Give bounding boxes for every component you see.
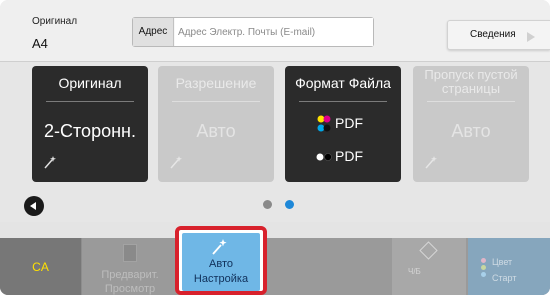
- tile-skip-blank-title: Пропуск пустой страницы: [424, 67, 518, 96]
- original-caption: Оригинал: [32, 16, 78, 27]
- tile-original-title: Оригинал: [58, 75, 122, 91]
- magic-wand-icon: [425, 156, 437, 169]
- mono-format-value: PDF: [335, 148, 363, 164]
- ca-button[interactable]: CA: [0, 238, 82, 295]
- color-format-value: PDF: [335, 115, 363, 131]
- preview-button: Предварит. Просмотр: [84, 238, 176, 295]
- details-button[interactable]: Сведения: [447, 20, 550, 50]
- preview-label: Предварит. Просмотр: [101, 269, 159, 295]
- color-dot-icon: [481, 258, 486, 263]
- back-arrow-button[interactable]: [24, 196, 44, 216]
- color-format-row: PDF: [301, 114, 391, 134]
- tile-file-format[interactable]: Формат Файла PDF PDF: [285, 66, 401, 182]
- start-diamond-icon: [419, 241, 438, 260]
- details-label: Сведения: [470, 29, 516, 40]
- tile-divider: [299, 101, 387, 102]
- bw-label: Ч/Б: [408, 267, 421, 276]
- auto-adjust-button[interactable]: Авто Настройка: [175, 226, 267, 295]
- tile-original-value: 2-Сторонн.: [44, 121, 136, 141]
- color-dots-icon: [317, 115, 331, 132]
- original-size-value[interactable]: A4: [32, 36, 48, 51]
- color-dot-icon: [481, 265, 486, 270]
- preview-document-icon: [123, 244, 137, 262]
- color-label: Цвет: [492, 257, 513, 267]
- tile-file-format-title: Формат Файла: [295, 75, 391, 91]
- address-field: Адрес: [132, 17, 374, 47]
- color-start-label: Цвет Старт: [492, 254, 516, 286]
- arrow-right-icon: [527, 32, 535, 42]
- bw-start-button: Ч/Б: [392, 238, 466, 295]
- magic-wand-icon: [212, 239, 227, 255]
- magic-wand-icon: [44, 156, 56, 169]
- color-dot-icon: [481, 272, 486, 277]
- auto-adjust-label: Авто Настройка: [193, 258, 249, 285]
- page-dot-1[interactable]: [263, 200, 272, 209]
- header-bar: Оригинал A4 Адрес Сведения: [0, 0, 550, 62]
- tile-resolution-value: Авто: [196, 121, 236, 141]
- tile-skip-blank-page: Пропуск пустой страницы Авто: [413, 66, 529, 182]
- tile-resolution: Разрешение Авто: [158, 66, 274, 182]
- tile-skip-blank-value: Авто: [451, 121, 491, 141]
- tile-divider: [46, 101, 134, 102]
- color-start-button: Цвет Старт: [468, 238, 550, 295]
- tile-resolution-title: Разрешение: [175, 75, 257, 91]
- email-address-input[interactable]: [175, 18, 373, 46]
- app-frame: Оригинал A4 Адрес Сведения Оригинал 2-Ст…: [0, 0, 550, 295]
- tile-divider: [427, 101, 515, 102]
- page-dot-2-active[interactable]: [285, 200, 294, 209]
- start-label: Старт: [492, 273, 517, 283]
- tile-original[interactable]: Оригинал 2-Сторонн.: [32, 66, 148, 182]
- mono-format-row: PDF: [301, 147, 391, 167]
- mono-dots-icon: [316, 153, 332, 161]
- address-button[interactable]: Адрес: [133, 18, 174, 46]
- tile-divider: [172, 101, 260, 102]
- ca-label: CA: [32, 260, 49, 274]
- auto-adjust-inner: Авто Настройка: [182, 233, 260, 291]
- magic-wand-icon: [170, 156, 182, 169]
